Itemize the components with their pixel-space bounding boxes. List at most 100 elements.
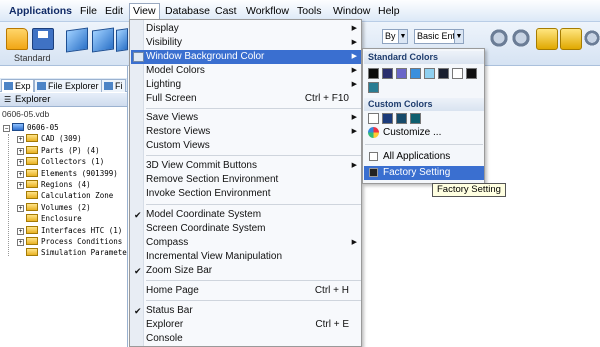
- all-applications-label: All Applications: [383, 151, 451, 162]
- standard-color-swatch[interactable]: [438, 68, 449, 79]
- save-icon[interactable]: [32, 28, 54, 50]
- menu-item-invoke-section-environment[interactable]: Invoke Section Environment: [131, 187, 361, 201]
- expand-toggle-icon[interactable]: −: [3, 125, 10, 132]
- menu-workflow[interactable]: Workflow: [243, 4, 292, 19]
- menu-item-compass[interactable]: Compass ▶: [131, 236, 361, 250]
- menu-database[interactable]: Database: [162, 4, 213, 19]
- custom-color-swatch[interactable]: [382, 113, 393, 124]
- checkbox-icon: [369, 152, 378, 161]
- tree-node[interactable]: − 0606-05: [3, 122, 59, 133]
- settings-icon[interactable]: [510, 27, 532, 49]
- menu-tools[interactable]: Tools: [294, 4, 325, 19]
- standard-color-swatch[interactable]: [368, 82, 379, 93]
- menu-file[interactable]: File: [77, 4, 100, 19]
- menu-item-3d-view-commit-buttons[interactable]: 3D View Commit Buttons ▶: [131, 159, 361, 173]
- menu-item-full-screen[interactable]: Full Screen Ctrl + F10: [131, 92, 361, 106]
- standard-color-swatch[interactable]: [396, 68, 407, 79]
- standard-color-swatch[interactable]: [452, 68, 463, 79]
- id-tag-alt-icon[interactable]: [560, 28, 582, 50]
- factory-setting-item[interactable]: Factory Setting: [364, 166, 484, 180]
- standard-color-swatch[interactable]: [424, 68, 435, 79]
- menu-item-remove-section-environment[interactable]: Remove Section Environment: [131, 173, 361, 187]
- expand-toggle-icon[interactable]: +: [17, 182, 24, 189]
- open-folder-icon[interactable]: [6, 28, 28, 50]
- menu-item-incremental-view-manipulation[interactable]: Incremental View Manipulation: [131, 250, 361, 264]
- expand-toggle-icon[interactable]: +: [17, 147, 24, 155]
- folder-icon: [26, 157, 38, 166]
- tool-icon[interactable]: [584, 27, 600, 49]
- submenu-arrow-icon: ▶: [351, 25, 357, 32]
- basic-entity-combo[interactable]: Basic Ent ▼: [414, 29, 464, 44]
- tab-file-explorer[interactable]: File Explorer: [34, 79, 102, 92]
- menu-item-shortcut: Ctrl + H: [314, 285, 349, 296]
- tab-fi-icon: [104, 82, 113, 90]
- tree-node[interactable]: + Volumes (2): [17, 202, 91, 213]
- menu-item-window-background-color[interactable]: Window Background Color ▶: [131, 50, 361, 64]
- tree-node[interactable]: + CAD (309): [17, 133, 82, 144]
- all-applications-item[interactable]: All Applications: [364, 150, 484, 164]
- menu-help[interactable]: Help: [375, 4, 403, 19]
- menu-item-label: Zoom Size Bar: [146, 265, 213, 276]
- tree-node[interactable]: Enclosure: [17, 213, 82, 224]
- file-path: 0606-05.vdb: [2, 109, 50, 119]
- menu-cast[interactable]: Cast: [212, 4, 240, 19]
- id-tag-icon[interactable]: [536, 28, 558, 50]
- customize-item[interactable]: Customize ...: [364, 126, 484, 140]
- standard-color-swatch[interactable]: [410, 68, 421, 79]
- tree-node[interactable]: + Collectors (1): [17, 156, 104, 167]
- basic-entity-combo-value: Basic Ent: [417, 31, 456, 41]
- tab-exp[interactable]: Exp: [1, 79, 34, 92]
- cube-solid-icon[interactable]: [116, 28, 128, 52]
- menu-item-display[interactable]: Display ▶: [131, 22, 361, 36]
- menu-item-label: Visibility: [146, 37, 182, 48]
- cube-wire-icon[interactable]: [92, 27, 114, 53]
- menu-item-status-bar[interactable]: ✔ Status Bar: [131, 304, 361, 318]
- menu-item-console[interactable]: Console: [131, 332, 361, 346]
- menu-item-save-views[interactable]: Save Views ▶: [131, 111, 361, 125]
- standard-color-swatch[interactable]: [466, 68, 477, 79]
- standard-color-swatch[interactable]: [368, 68, 379, 79]
- expand-toggle-icon[interactable]: +: [17, 204, 24, 212]
- gear-icon[interactable]: [488, 27, 510, 49]
- custom-color-swatch[interactable]: [410, 113, 421, 124]
- menu-item-model-colors[interactable]: Model Colors ▶: [131, 64, 361, 78]
- menu-item-model-coordinate-system[interactable]: ✔ Model Coordinate System: [131, 208, 361, 222]
- tab-fi[interactable]: Fi: [101, 79, 126, 92]
- menu-applications[interactable]: Applications: [6, 4, 75, 19]
- submenu-arrow-icon: ▶: [351, 162, 357, 169]
- tree-node[interactable]: + Elements (901399): [17, 168, 118, 179]
- tree-node[interactable]: Simulation Paramete: [17, 247, 127, 258]
- menu-item-restore-views[interactable]: Restore Views ▶: [131, 125, 361, 139]
- custom-color-swatch[interactable]: [368, 113, 379, 124]
- menu-item-zoom-size-bar[interactable]: ✔ Zoom Size Bar: [131, 264, 361, 278]
- tree-node-label: Interfaces HTC (1): [41, 225, 123, 235]
- menu-item-home-page[interactable]: Home Page Ctrl + H: [131, 284, 361, 298]
- custom-color-swatch[interactable]: [396, 113, 407, 124]
- expand-toggle-icon[interactable]: +: [17, 239, 24, 246]
- menu-item-label: Custom Views: [146, 140, 210, 151]
- collapse-icon[interactable]: ☰: [4, 96, 11, 104]
- menu-window[interactable]: Window: [330, 4, 373, 19]
- custom-colors-header: Custom Colors: [364, 98, 484, 111]
- menu-item-custom-views[interactable]: Custom Views: [131, 139, 361, 153]
- tree-node[interactable]: + Parts (P) (4): [17, 145, 100, 156]
- standard-color-swatch[interactable]: [382, 68, 393, 79]
- menu-item-explorer[interactable]: Explorer Ctrl + E: [131, 318, 361, 332]
- cube-view-icon[interactable]: [66, 27, 88, 53]
- submenu-arrow-icon: ▶: [351, 67, 357, 74]
- tree-node-label: Calculation Zone: [41, 191, 114, 201]
- menu-item-lighting[interactable]: Lighting ▶: [131, 78, 361, 92]
- tree-node[interactable]: Calculation Zone: [17, 190, 113, 201]
- menu-item-visibility[interactable]: Visibility ▶: [131, 36, 361, 50]
- menu-edit[interactable]: Edit: [102, 4, 126, 19]
- expand-toggle-icon[interactable]: +: [17, 170, 24, 178]
- tree-node[interactable]: + Regions (4): [17, 179, 91, 190]
- tree-node[interactable]: + Process Conditions: [17, 236, 122, 247]
- expand-toggle-icon[interactable]: +: [17, 227, 24, 235]
- tree-node[interactable]: + Interfaces HTC (1): [17, 225, 122, 236]
- chevron-down-icon: ▼: [454, 30, 463, 43]
- by-combo[interactable]: By ▼: [382, 29, 408, 44]
- menu-item-screen-coordinate-system[interactable]: Screen Coordinate System: [131, 222, 361, 236]
- expand-toggle-icon[interactable]: +: [17, 159, 24, 167]
- expand-toggle-icon[interactable]: +: [17, 136, 24, 144]
